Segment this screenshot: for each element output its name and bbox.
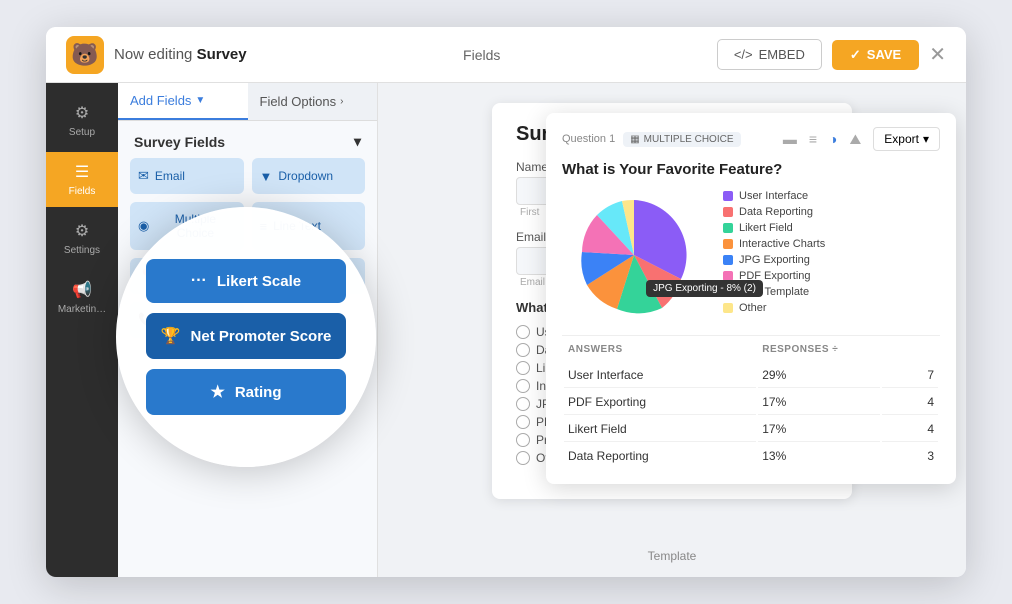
checkmark-icon: ✓ xyxy=(850,47,861,63)
legend-item-ic: Interactive Charts xyxy=(723,238,825,250)
field-btn-dropdown[interactable]: ▼ Dropdown xyxy=(252,158,366,194)
fields-title-center: Fields xyxy=(463,47,500,63)
rating-icon: ★ xyxy=(210,382,224,402)
export-button[interactable]: Export ▾ xyxy=(873,127,940,151)
survey-preview: Survey Name * First Last xyxy=(378,83,966,577)
embed-icon: </> xyxy=(734,47,753,62)
pct-cell: 29% xyxy=(758,363,880,388)
popup-btn-nps[interactable]: 🏆 Net Promoter Score xyxy=(146,313,346,359)
pie-chart-icon[interactable]: ◑ xyxy=(825,129,841,149)
pct-cell: 13% xyxy=(758,444,880,468)
chevron-down-icon-2: ▾ xyxy=(354,133,361,150)
legend-dot-jpg xyxy=(723,255,733,265)
pct-cell: 17% xyxy=(758,390,880,415)
legend-dot-ic xyxy=(723,239,733,249)
legend-item-jpg: JPG Exporting xyxy=(723,254,825,266)
chevron-right-icon: › xyxy=(340,96,343,107)
popup-overlay: ··· Likert Scale 🏆 Net Promoter Score ★ … xyxy=(116,207,376,467)
pie-tooltip: JPG Exporting - 8% (2) xyxy=(646,280,763,297)
likert-icon: ··· xyxy=(191,272,207,290)
sidebar-item-fields[interactable]: ☰ Fields xyxy=(46,152,118,207)
analytics-title: What is Your Favorite Feature? xyxy=(562,161,940,178)
close-button[interactable]: ✕ xyxy=(929,42,946,67)
legend-dot-other xyxy=(723,303,733,313)
email-icon: ✉ xyxy=(138,168,149,184)
table-row: PDF Exporting 17% 4 xyxy=(564,390,938,415)
sidebar-icons: ⚙ Setup ☰ Fields ⚙ Settings 📢 Marketin… xyxy=(46,83,118,577)
table-row: User Interface 29% 7 xyxy=(564,363,938,388)
pct-cell: 17% xyxy=(758,417,880,442)
nps-icon: 🏆 xyxy=(161,326,181,346)
count-cell: 7 xyxy=(882,363,938,388)
legend-item-other: Other xyxy=(723,302,825,314)
embed-button[interactable]: </> EMBED xyxy=(717,39,822,70)
list-chart-icon[interactable]: ≡ xyxy=(805,129,821,149)
dropdown-arrow-icon: ▾ xyxy=(923,132,929,146)
pie-chart xyxy=(562,190,707,320)
marketing-icon: 📢 xyxy=(72,280,92,300)
fields-icon: ☰ xyxy=(75,162,89,182)
analytics-header: Question 1 ▦ MULTIPLE CHOICE ▬ ≡ ◑ ⛰ xyxy=(562,127,940,151)
tab-add-fields[interactable]: Add Fields ▼ xyxy=(118,83,248,120)
answer-cell: Likert Field xyxy=(564,417,756,442)
chart-view-icons: ▬ ≡ ◑ ⛰ xyxy=(779,129,865,150)
chevron-down-icon: ▼ xyxy=(195,95,205,106)
sidebar-item-setup[interactable]: ⚙ Setup xyxy=(46,93,118,148)
count-cell: 3 xyxy=(882,444,938,468)
field-btn-email[interactable]: ✉ Email xyxy=(130,158,244,194)
count-cell: 4 xyxy=(882,390,938,415)
fields-tabs: Add Fields ▼ Field Options › xyxy=(118,83,377,121)
table-row: Data Reporting 13% 3 xyxy=(564,444,938,468)
analytics-table: ANSWERS RESPONSES ÷ User Interface 29% 7… xyxy=(562,335,940,470)
legend-dot-lf xyxy=(723,223,733,233)
popup-btn-rating[interactable]: ★ Rating xyxy=(146,369,346,415)
legend-dot-ui xyxy=(723,191,733,201)
sidebar-item-settings[interactable]: ⚙ Settings xyxy=(46,211,118,266)
main-window: 🐻 Now editing Survey Fields </> EMBED ✓ … xyxy=(46,27,966,577)
answer-cell: Data Reporting xyxy=(564,444,756,468)
dropdown-icon: ▼ xyxy=(260,169,273,184)
grid-icon: ▦ xyxy=(630,134,639,145)
pie-container: JPG Exporting - 8% (2) xyxy=(562,190,707,325)
sidebar-item-marketing[interactable]: 📢 Marketin… xyxy=(46,270,118,325)
popup-btn-likert[interactable]: ··· Likert Scale xyxy=(146,259,346,303)
setup-icon: ⚙ xyxy=(75,103,89,123)
top-bar-left: 🐻 Now editing Survey xyxy=(66,36,247,74)
type-badge: ▦ MULTIPLE CHOICE xyxy=(623,132,740,147)
top-bar: 🐻 Now editing Survey Fields </> EMBED ✓ … xyxy=(46,27,966,83)
chart-area: JPG Exporting - 8% (2) User Interface Da… xyxy=(562,190,940,325)
area-chart-icon[interactable]: ⛰ xyxy=(846,129,866,150)
top-bar-actions: </> EMBED ✓ SAVE ✕ xyxy=(717,39,946,70)
col-header-answers: ANSWERS xyxy=(564,338,756,361)
answer-cell: PDF Exporting xyxy=(564,390,756,415)
bar-chart-icon[interactable]: ▬ xyxy=(779,129,801,149)
popup-circle: ··· Likert Scale 🏆 Net Promoter Score ★ … xyxy=(116,207,376,467)
table-row: Likert Field 17% 4 xyxy=(564,417,938,442)
legend-item-dr: Data Reporting xyxy=(723,206,825,218)
save-button[interactable]: ✓ SAVE xyxy=(832,40,919,70)
col-header-responses: RESPONSES ÷ xyxy=(758,338,938,361)
count-cell: 4 xyxy=(882,417,938,442)
legend-dot-dr xyxy=(723,207,733,217)
editing-title: Now editing Survey xyxy=(114,46,247,63)
logo-bear: 🐻 xyxy=(66,36,104,74)
fields-section-header: Survey Fields ▾ xyxy=(118,121,377,158)
legend-item-lf: Likert Field xyxy=(723,222,825,234)
template-label: Template xyxy=(648,549,697,563)
answer-cell: User Interface xyxy=(564,363,756,388)
legend-item-ui: User Interface xyxy=(723,190,825,202)
analytics-card: Question 1 ▦ MULTIPLE CHOICE ▬ ≡ ◑ ⛰ xyxy=(546,113,956,484)
tab-field-options[interactable]: Field Options › xyxy=(248,83,378,120)
settings-icon: ⚙ xyxy=(75,221,89,241)
